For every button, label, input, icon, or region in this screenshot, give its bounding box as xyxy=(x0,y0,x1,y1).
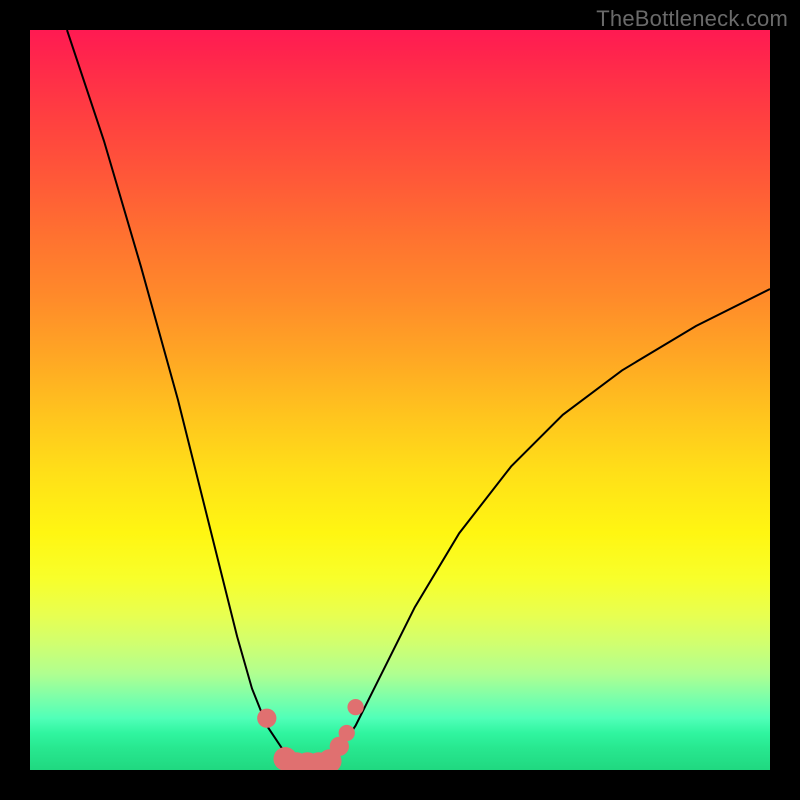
bottleneck-curve xyxy=(67,30,770,766)
curve-marker xyxy=(347,699,363,715)
chart-frame: TheBottleneck.com xyxy=(0,0,800,800)
plot-gradient-bg xyxy=(30,30,770,770)
curve-group xyxy=(67,30,770,766)
curve-marker xyxy=(339,725,355,741)
curve-marker xyxy=(257,709,276,728)
watermark-text: TheBottleneck.com xyxy=(596,6,788,32)
bottleneck-chart-svg xyxy=(30,30,770,770)
